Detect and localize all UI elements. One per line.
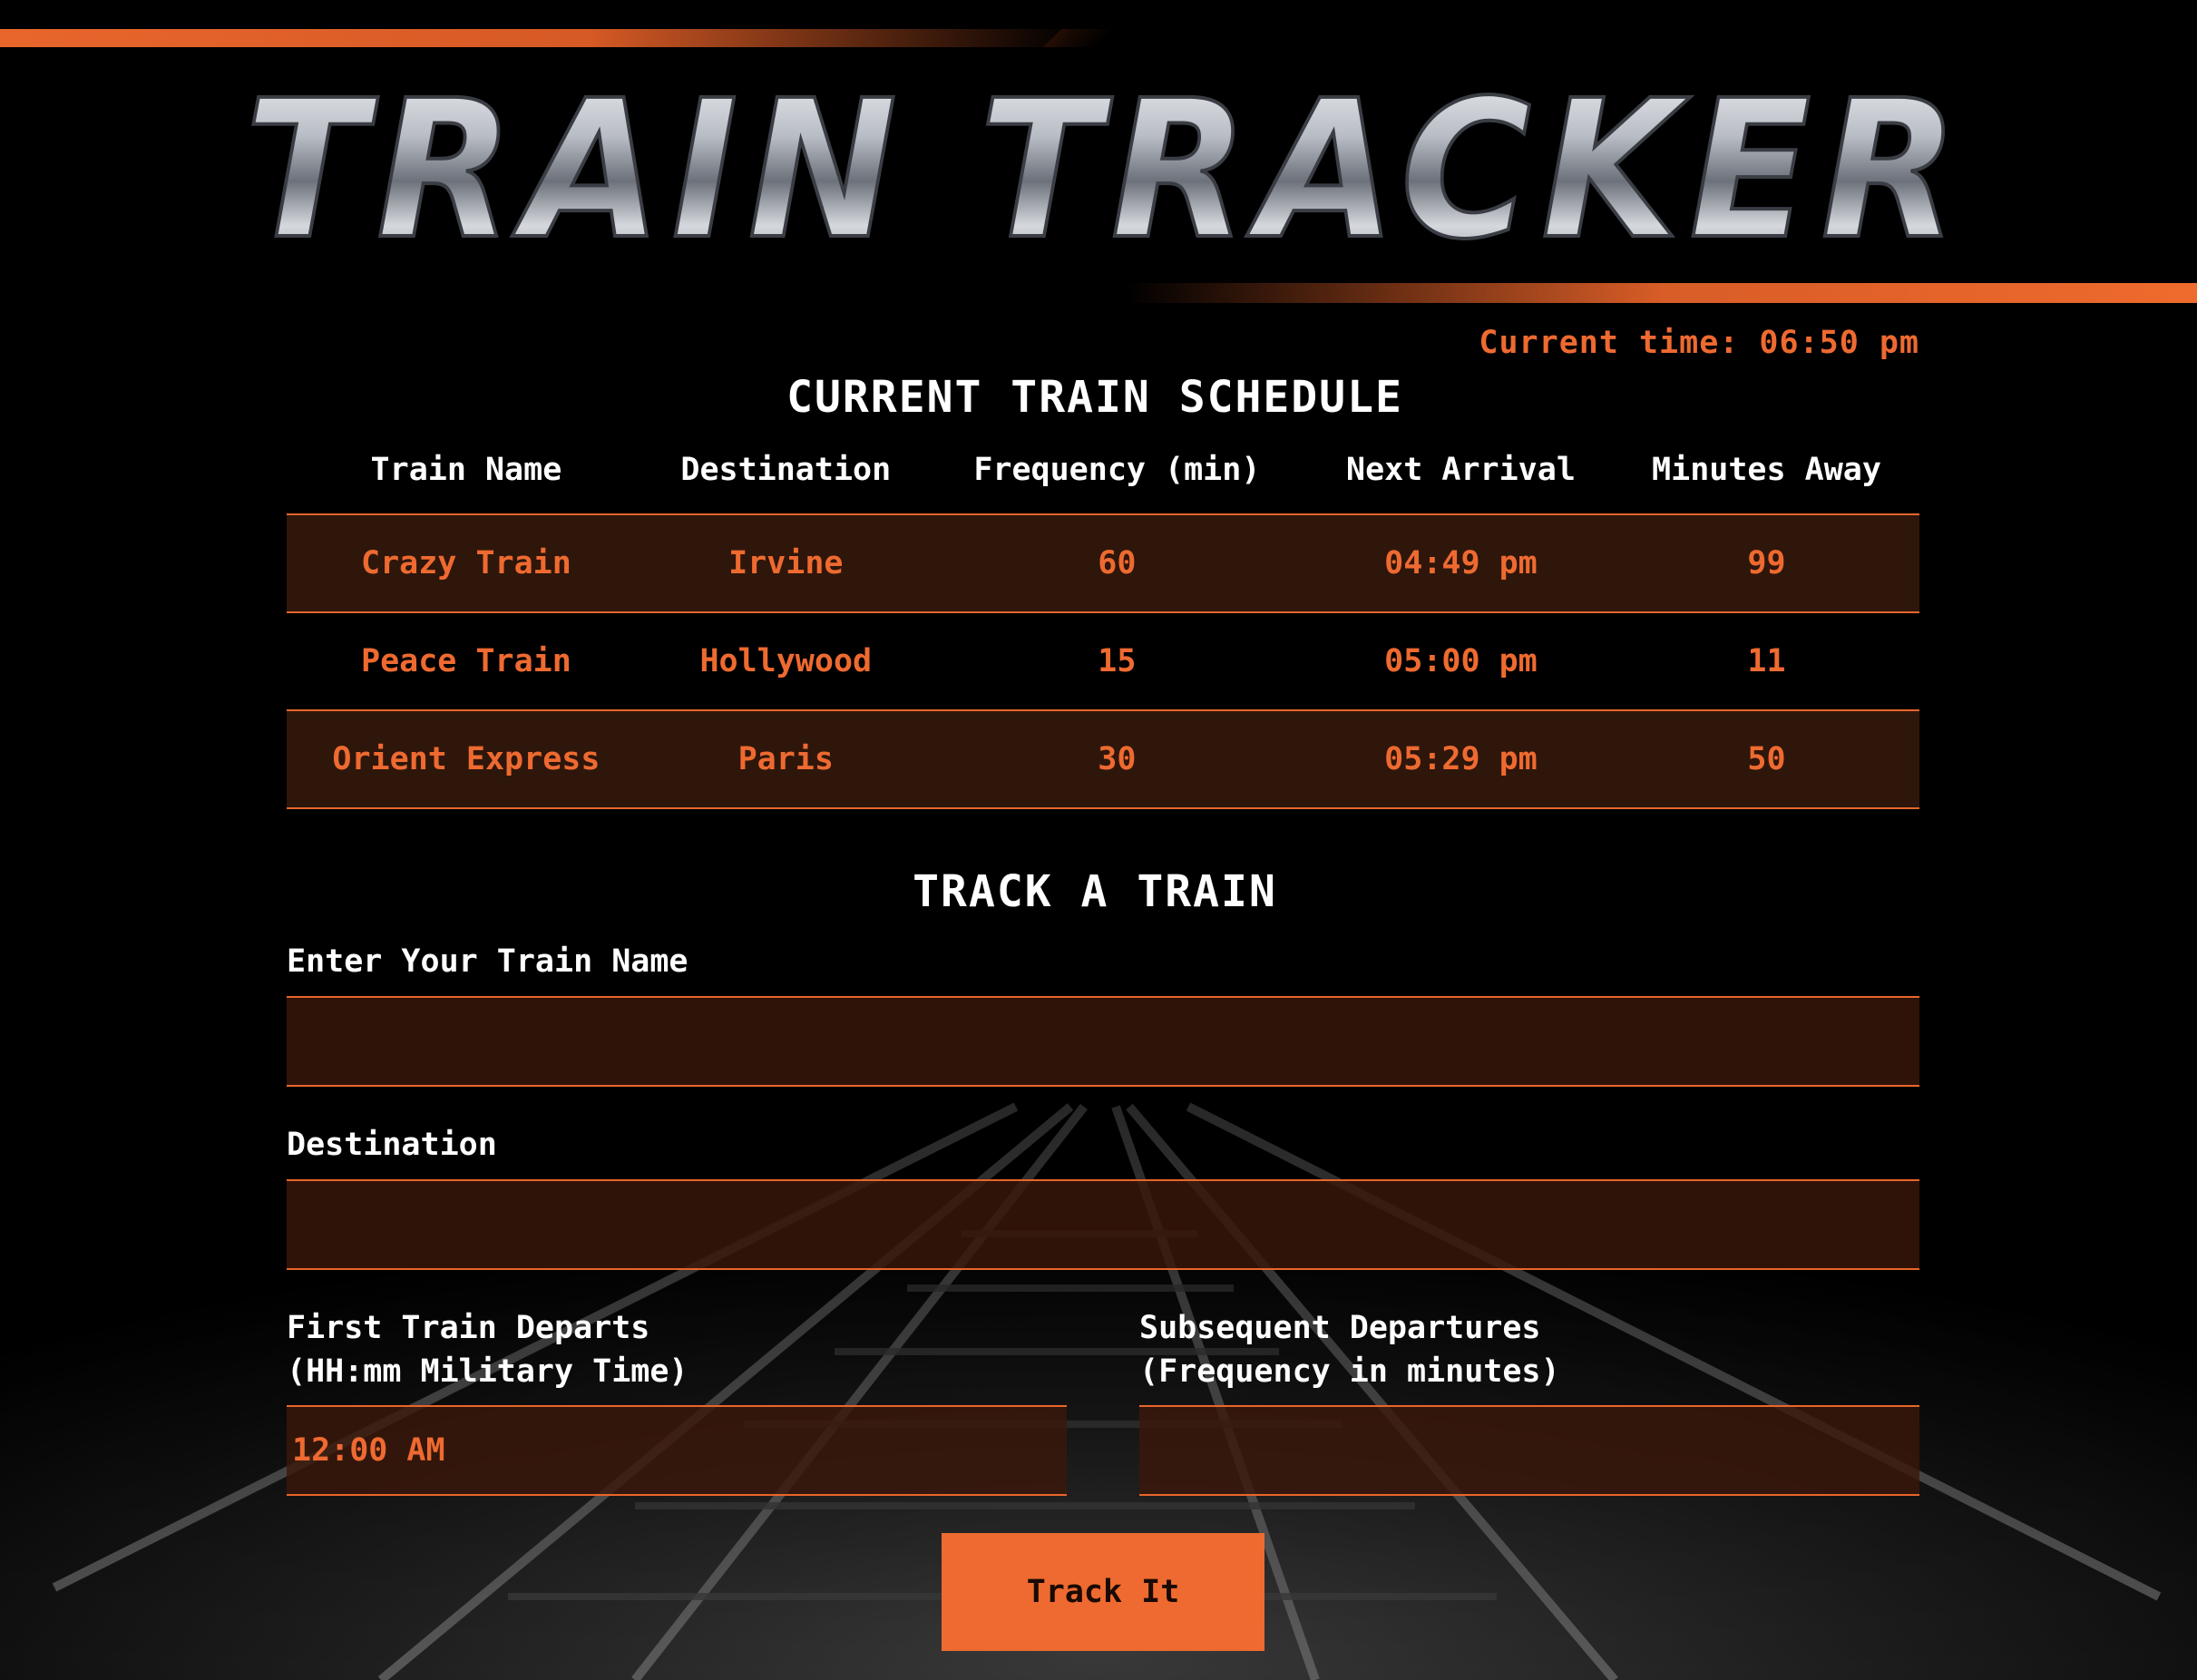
frequency-cell: 30 <box>925 710 1308 809</box>
table-header-row: Train Name Destination Frequency (min) N… <box>287 443 1919 515</box>
train-name-cell: Peace Train <box>287 612 646 711</box>
table-row: Peace Train Hollywood 15 05:00 pm 11 <box>287 612 1919 711</box>
minutes-away-cell: 99 <box>1613 514 1919 613</box>
first-train-label-line2: (HH:mm Military Time) <box>287 1353 688 1390</box>
frequency-label-line2: (Frequency in minutes) <box>1139 1353 1560 1390</box>
table-row: Orient Express Paris 30 05:29 pm 50 <box>287 710 1919 809</box>
right-accent-stripe <box>1127 283 2197 303</box>
destination-label: Destination <box>287 1127 497 1163</box>
column-header: Next Arrival <box>1307 443 1614 515</box>
column-header: Frequency (min) <box>925 443 1308 515</box>
current-time: Current time: 06:50 pm <box>1479 325 1919 361</box>
minutes-away-cell: 11 <box>1613 612 1919 711</box>
frequency-label: Subsequent Departures (Frequency in minu… <box>1139 1306 1560 1393</box>
train-tracker-logo: TRAIN TRACKER <box>243 73 1968 254</box>
top-accent-stripe <box>0 29 1070 47</box>
destination-cell: Hollywood <box>645 612 926 711</box>
column-header: Destination <box>645 443 926 515</box>
column-header: Minutes Away <box>1613 443 1919 515</box>
train-name-input[interactable] <box>287 996 1919 1087</box>
first-train-label: First Train Departs (HH:mm Military Time… <box>287 1306 688 1393</box>
train-name-label: Enter Your Train Name <box>287 943 688 980</box>
train-schedule-table: Train Name Destination Frequency (min) N… <box>287 443 1919 809</box>
frequency-cell: 60 <box>925 514 1308 613</box>
table-row: Crazy Train Irvine 60 04:49 pm 99 <box>287 514 1919 613</box>
track-train-title: TRACK A TRAIN <box>913 866 1277 917</box>
first-train-label-line1: First Train Departs <box>287 1310 650 1346</box>
next-arrival-cell: 05:00 pm <box>1307 612 1614 711</box>
destination-cell: Paris <box>645 710 926 809</box>
frequency-label-line1: Subsequent Departures <box>1139 1310 1541 1346</box>
minutes-away-cell: 50 <box>1613 710 1919 809</box>
frequency-input[interactable] <box>1139 1405 1919 1496</box>
next-arrival-cell: 04:49 pm <box>1307 514 1614 613</box>
column-header: Train Name <box>287 443 646 515</box>
frequency-cell: 15 <box>925 612 1308 711</box>
destination-input[interactable] <box>287 1179 1919 1270</box>
destination-cell: Irvine <box>645 514 926 613</box>
logo-text: TRAIN TRACKER <box>245 73 1968 254</box>
schedule-title: CURRENT TRAIN SCHEDULE <box>786 372 1403 423</box>
train-name-cell: Crazy Train <box>287 514 646 613</box>
next-arrival-cell: 05:29 pm <box>1307 710 1614 809</box>
track-it-button[interactable]: Track It <box>942 1533 1264 1651</box>
first-train-time-input[interactable] <box>287 1405 1067 1496</box>
train-name-cell: Orient Express <box>287 710 646 809</box>
